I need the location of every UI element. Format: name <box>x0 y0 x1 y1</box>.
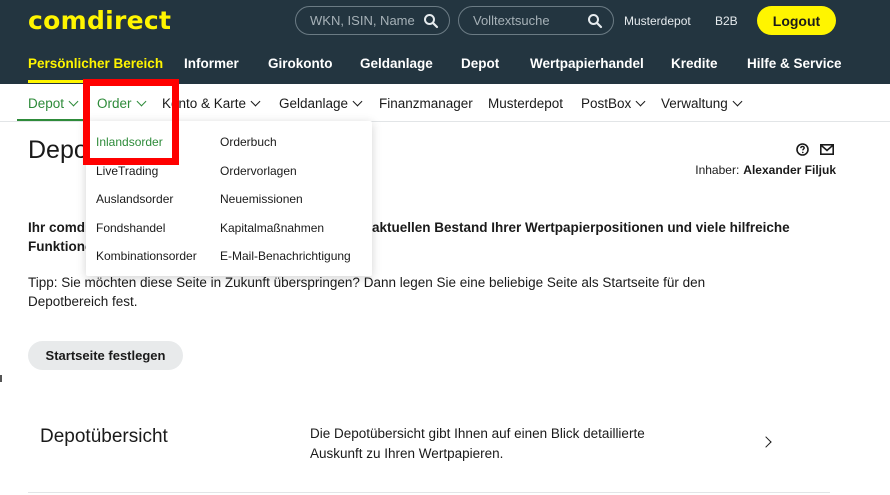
owner-name: Alexander Filjuk <box>743 163 836 177</box>
question-circle-icon[interactable] <box>796 143 809 156</box>
sub-nav-musterdepot[interactable]: Musterdepot <box>488 96 563 111</box>
scroll-marker <box>0 375 2 382</box>
owner-info: Inhaber: Alexander Filjuk <box>695 163 836 177</box>
card-desc-line1: Die Depotübersicht gibt Ihnen auf einen … <box>310 426 645 441</box>
musterdepot-link[interactable]: Musterdepot <box>624 14 691 28</box>
sub-nav-musterdepot-label: Musterdepot <box>488 96 564 111</box>
menu-item-auslandsorder[interactable]: Auslandsorder <box>96 192 197 221</box>
comdirect-logo[interactable]: comdirect <box>28 6 171 35</box>
search-fulltext-field[interactable]: Volltextsuche <box>458 6 614 35</box>
menu-item-orderbuch[interactable]: Orderbuch <box>220 135 351 164</box>
sub-nav-postbox-label: PostBox <box>581 96 632 111</box>
envelope-icon[interactable] <box>820 144 834 155</box>
b2b-link[interactable]: B2B <box>715 14 738 28</box>
menu-item-kapitalmassnahmen[interactable]: Kapitalmaßnahmen <box>220 221 351 250</box>
active-subnav-indicator <box>17 119 83 121</box>
chevron-down-icon <box>250 96 261 107</box>
main-nav-kredite[interactable]: Kredite <box>671 56 718 71</box>
menu-item-neuemissionen[interactable]: Neuemissionen <box>220 192 351 221</box>
owner-label: Inhaber: <box>695 163 740 177</box>
intro-line2-left: Funktione <box>28 239 93 254</box>
search-icon[interactable] <box>587 13 603 29</box>
sub-nav-finanzmanager[interactable]: Finanzmanager <box>379 96 473 111</box>
chevron-down-icon <box>352 96 363 107</box>
logout-button[interactable]: Logout <box>757 6 836 35</box>
main-nav-depot[interactable]: Depot <box>461 56 499 71</box>
intro-line1-left: Ihr comdi <box>28 220 89 235</box>
main-nav-hilfe-service[interactable]: Hilfe & Service <box>747 56 842 71</box>
sub-nav-geldanlage[interactable]: Geldanlage <box>279 96 363 111</box>
tip-text: Tipp: Sie möchten diese Seite in Zukunft… <box>28 273 808 311</box>
chevron-down-icon <box>732 96 743 107</box>
menu-item-email-benachrichtigung[interactable]: E-Mail-Benachrichtigung <box>220 249 351 278</box>
divider <box>28 492 830 493</box>
sub-nav-finanzmanager-label: Finanzmanager <box>379 96 473 111</box>
card-title: Depotübersicht <box>40 426 168 447</box>
intro-line1-right: aktuellen Bestand Ihrer Wertpapierpositi… <box>372 220 790 235</box>
menu-item-ordervorlagen[interactable]: Ordervorlagen <box>220 164 351 193</box>
sub-nav-verwaltung-label: Verwaltung <box>661 96 728 111</box>
search-wkn-field[interactable]: WKN, ISIN, Name <box>295 6 450 35</box>
main-nav: Persönlicher Bereich Informer Girokonto … <box>0 44 890 84</box>
search-icon[interactable] <box>423 13 439 29</box>
main-nav-girokonto[interactable]: Girokonto <box>268 56 333 71</box>
tip-line2: Depotbereich fest. <box>28 294 138 309</box>
menu-item-fondshandel[interactable]: Fondshandel <box>96 221 197 250</box>
menu-item-livetrading[interactable]: LiveTrading <box>96 164 197 193</box>
chevron-right-icon[interactable] <box>760 436 772 448</box>
chevron-down-icon <box>635 96 646 107</box>
main-nav-persoenlicher-bereich[interactable]: Persönlicher Bereich <box>28 56 163 71</box>
top-header: comdirect WKN, ISIN, Name Volltextsuche … <box>0 0 890 84</box>
menu-item-kombinationsorder[interactable]: Kombinationsorder <box>96 249 197 278</box>
sub-nav-depot-label: Depot <box>28 96 65 111</box>
main-nav-wertpapierhandel[interactable]: Wertpapierhandel <box>530 56 644 71</box>
depot-overview-card[interactable]: Depotübersicht Die Depotübersicht gibt I… <box>28 403 830 493</box>
card-description: Die Depotübersicht gibt Ihnen auf einen … <box>310 424 710 464</box>
chevron-down-icon <box>68 96 79 107</box>
dropdown-column-2: Orderbuch Ordervorlagen Neuemissionen Ka… <box>220 135 351 278</box>
red-highlight-box <box>83 79 179 165</box>
sub-nav-geldanlage-label: Geldanlage <box>279 96 349 111</box>
set-startpage-button[interactable]: Startseite festlegen <box>28 341 183 370</box>
sub-nav-depot[interactable]: Depot <box>28 96 79 111</box>
card-desc-line2: Auskunft zu Ihren Wertpapieren. <box>310 446 504 461</box>
main-nav-informer[interactable]: Informer <box>184 56 239 71</box>
sub-nav-verwaltung[interactable]: Verwaltung <box>661 96 743 111</box>
main-nav-geldanlage[interactable]: Geldanlage <box>360 56 433 71</box>
sub-nav-postbox[interactable]: PostBox <box>581 96 646 111</box>
